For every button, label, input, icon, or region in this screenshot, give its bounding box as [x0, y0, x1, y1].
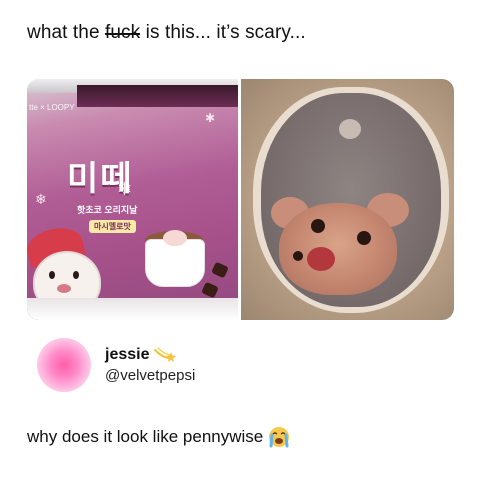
mascot-eye — [73, 271, 79, 279]
marshmallow-eye — [293, 251, 303, 261]
mascot-nose — [57, 284, 71, 293]
display-name[interactable]: jessie — [105, 346, 149, 364]
marshmallow — [163, 230, 187, 246]
mascot-eye — [49, 271, 55, 279]
reply-text: why does it look like pennywise — [27, 427, 264, 446]
foam-blob — [339, 119, 361, 139]
snowflake-icon: ❄ — [35, 191, 47, 207]
snowflake-icon: ✱ — [205, 111, 216, 125]
shelf-edge — [27, 298, 238, 320]
marshmallow-eye — [311, 219, 325, 233]
marshmallow-nose — [307, 247, 335, 271]
product-variant: 마시멜로맛 — [89, 220, 136, 233]
caption-struck-word: fuck — [105, 22, 141, 43]
marshmallow-eye — [357, 231, 371, 245]
caption-end: is this... it’s scary... — [140, 22, 306, 43]
product-subtitle: 핫초코 오리지날 — [77, 205, 138, 215]
author-names: jessie @velvetpepsi — [105, 346, 195, 384]
product-title: 미떼 — [67, 160, 134, 198]
reply-text-row: why does it look like pennywise — [27, 426, 290, 448]
box-top — [77, 85, 238, 107]
melted-marshmallow-face — [279, 203, 397, 295]
mug-photo[interactable] — [241, 79, 454, 320]
photo-grid[interactable]: tte × LOOPY ❄ ❄ ✱ 미떼 핫초코 오리지날 마시멜로맛 — [27, 79, 454, 320]
cocoa-cup — [145, 239, 205, 287]
post-caption: what the fuck is this... it’s scary... — [27, 22, 306, 44]
reply-author[interactable]: jessie @velvetpepsi — [37, 338, 195, 392]
caption-start: what the — [27, 22, 106, 43]
user-handle[interactable]: @velvetpepsi — [105, 367, 195, 384]
chocolate-piece — [211, 261, 229, 279]
avatar[interactable] — [37, 338, 91, 392]
brand-label: tte × LOOPY — [29, 103, 75, 112]
display-name-row[interactable]: jessie — [105, 346, 195, 364]
product-box-photo[interactable]: tte × LOOPY ❄ ❄ ✱ 미떼 핫초코 오리지날 마시멜로맛 — [27, 79, 238, 320]
comet-icon — [154, 347, 177, 362]
chocolate-piece — [201, 281, 219, 299]
loudly-crying-face-icon — [269, 427, 290, 448]
